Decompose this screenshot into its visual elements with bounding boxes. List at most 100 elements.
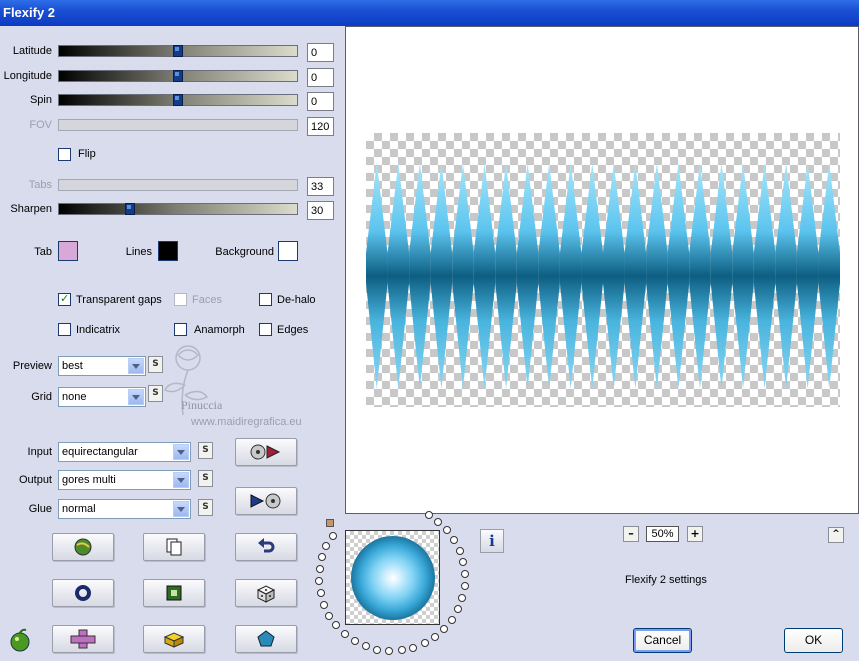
zoom-out-button[interactable]: – [623,526,639,542]
collapse-button[interactable]: ^ [828,527,844,543]
dial-dot[interactable] [447,615,456,624]
dial-dot[interactable] [453,605,462,614]
dial-dot[interactable] [320,600,329,609]
spin-slider-thumb[interactable] [173,94,183,106]
indicatrix-checkbox[interactable] [58,323,71,336]
app-logo [8,628,32,655]
dial-dot[interactable] [332,621,341,630]
dial-dot[interactable] [373,645,382,654]
dial-dot[interactable] [361,642,370,651]
zoom-level[interactable]: 50% [646,526,679,542]
dial-dot[interactable] [430,633,439,642]
dial-dot[interactable] [434,517,443,526]
dial-dot[interactable] [460,582,469,591]
dial-dot[interactable] [315,577,324,586]
sharpen-value[interactable]: 30 [307,201,334,220]
chevron-down-icon [128,389,144,405]
watermark-url: www.maidiregrafica.eu [191,416,302,428]
indicatrix-label: Indicatrix [76,324,121,336]
output-projection-select[interactable]: gores multi [58,470,191,490]
dial-dot[interactable] [316,589,325,598]
faces-label: Faces [192,294,222,306]
dial-dot[interactable] [385,646,394,655]
cancel-button[interactable]: Cancel [633,628,692,653]
input-s-button[interactable]: S [198,442,213,459]
tab-color-swatch[interactable] [58,241,78,261]
dial-dot[interactable] [450,535,459,544]
dial-dot[interactable] [341,629,350,638]
preview-select[interactable]: best [58,356,146,376]
cross-icon [70,629,96,649]
transparent-gaps-checkbox[interactable] [58,292,71,306]
frame-button[interactable] [143,579,205,607]
sharpen-slider-thumb[interactable] [125,203,136,215]
sharpen-slider[interactable] [58,203,298,215]
thumbnail-preview[interactable] [345,530,440,625]
ok-button[interactable]: OK [784,628,843,653]
dial-dot[interactable] [460,570,469,579]
cross-button[interactable] [52,625,114,653]
edges-checkbox[interactable] [259,323,272,336]
dial-dot[interactable] [458,594,467,603]
preview-s-button[interactable]: S [148,356,163,373]
flip-checkbox[interactable] [58,148,71,161]
lines-color-swatch[interactable] [158,241,178,261]
random-globe-button[interactable] [52,533,114,561]
info-button[interactable]: i [480,529,504,553]
dial-dot[interactable] [440,625,449,634]
longitude-slider-thumb[interactable] [173,70,183,82]
glue-select[interactable]: normal [58,499,191,519]
dial-dot[interactable] [424,510,433,519]
swap-input-button[interactable] [235,438,297,466]
background-color-swatch[interactable] [278,241,298,261]
zoom-in-button[interactable]: + [687,526,703,542]
ring-button[interactable] [52,579,114,607]
dial-dot[interactable] [409,643,418,652]
dial-dot[interactable] [397,646,406,655]
gore-segment [430,163,453,389]
pentagon-button[interactable] [235,625,297,653]
swap-output-button[interactable] [235,487,297,515]
dial-dot[interactable] [350,636,359,645]
dial-handle[interactable] [326,519,334,527]
brick-button[interactable] [143,625,205,653]
dial-dot[interactable] [315,565,324,574]
input-label: Input [27,446,52,458]
gore-segment [409,163,431,389]
anamorph-checkbox[interactable] [174,323,187,336]
faces-checkbox [174,293,187,306]
dial-dot[interactable] [420,639,429,648]
spin-slider[interactable] [58,94,298,106]
dial-dot[interactable] [459,558,468,567]
gore-segment [495,163,517,389]
dial-dot[interactable] [455,546,464,555]
dial-dot[interactable] [328,531,337,540]
dial-dot[interactable] [443,526,452,535]
randomize-button[interactable] [235,579,297,607]
chevron-down-icon [173,472,189,488]
longitude-slider[interactable] [58,70,298,82]
dial-dot[interactable] [318,553,326,562]
square-frame-icon [166,585,182,601]
dial-dot[interactable] [322,541,331,550]
undo-button[interactable] [235,533,297,561]
output-s-button[interactable]: S [198,470,213,487]
de-halo-checkbox[interactable] [259,293,272,306]
anamorph-label: Anamorph [194,324,245,336]
input-projection-select[interactable]: equirectangular [58,442,191,462]
preview-canvas[interactable] [345,26,859,514]
latitude-slider[interactable] [58,45,298,57]
gore-segment [581,163,603,389]
copy-button[interactable] [143,533,205,561]
gore-segment [710,163,733,389]
longitude-value[interactable]: 0 [307,68,334,87]
dial-dot[interactable] [325,611,334,620]
copy-icon [166,538,182,556]
grid-s-button[interactable]: S [148,385,163,402]
background-color-label: Background [215,246,274,258]
latitude-value[interactable]: 0 [307,43,334,62]
glue-s-button[interactable]: S [198,499,213,516]
latitude-slider-thumb[interactable] [173,45,183,57]
grid-select[interactable]: none [58,387,146,407]
spin-value[interactable]: 0 [307,92,334,111]
